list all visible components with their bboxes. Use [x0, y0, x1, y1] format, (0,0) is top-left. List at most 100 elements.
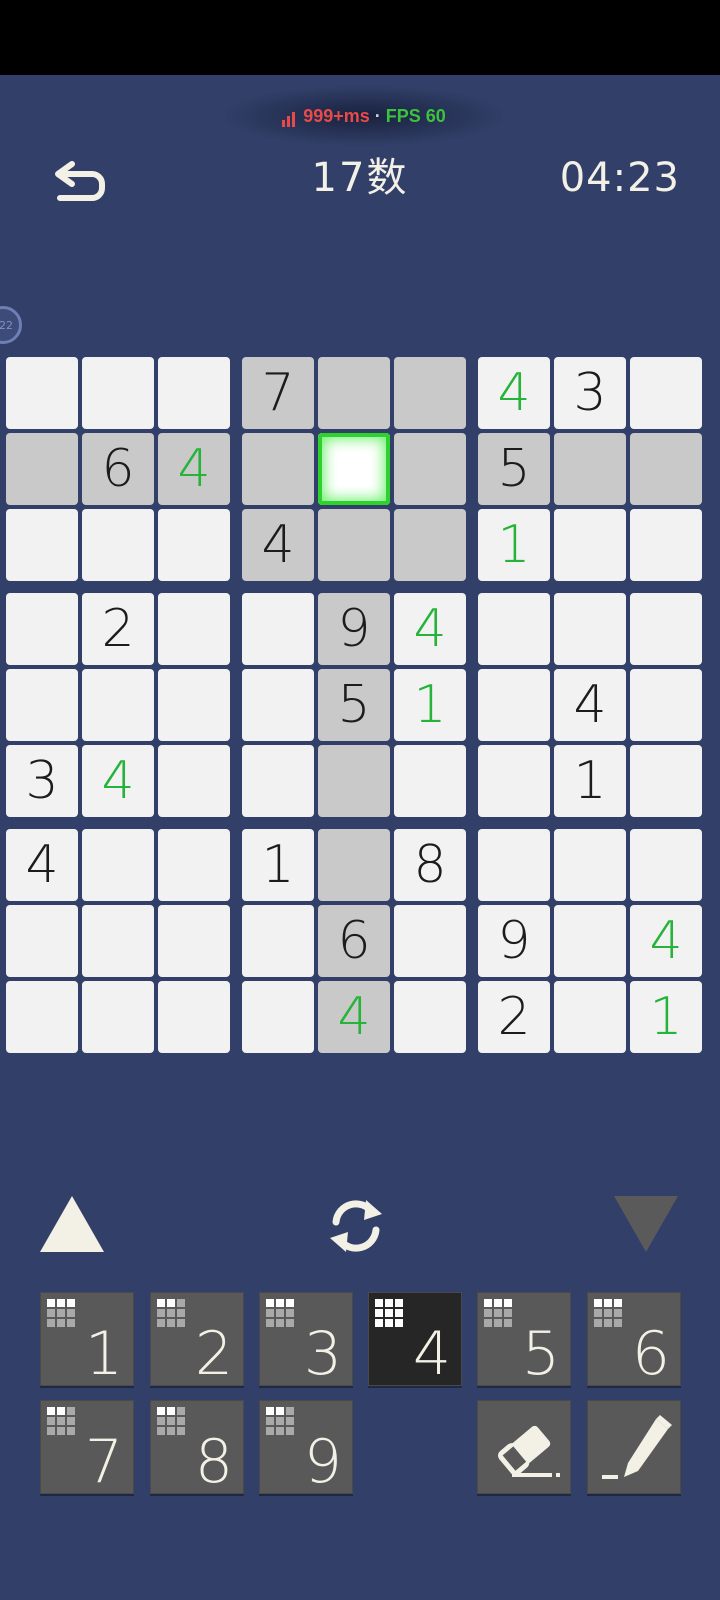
eraser-button[interactable]	[477, 1400, 571, 1494]
board-cell-r8c6[interactable]	[394, 905, 466, 977]
board-cell-r4c6[interactable]: 4	[394, 593, 466, 665]
board-cell-r6c7[interactable]	[478, 745, 550, 817]
number-key-4[interactable]: 4	[368, 1292, 462, 1389]
board-cell-r4c8[interactable]	[554, 593, 626, 665]
board-cell-r4c5[interactable]: 9	[318, 593, 390, 665]
number-key-1[interactable]: 1	[40, 1292, 134, 1389]
board-cell-r1c4[interactable]: 7	[242, 357, 314, 429]
board-cell-r7c1[interactable]: 4	[6, 829, 78, 901]
board-cell-r4c3[interactable]	[158, 593, 230, 665]
board-cell-r9c4[interactable]	[242, 981, 314, 1053]
board-cell-r7c7[interactable]	[478, 829, 550, 901]
board-cell-r5c2[interactable]	[82, 669, 154, 741]
refresh-icon	[330, 1200, 382, 1252]
board-cell-r1c8[interactable]: 3	[554, 357, 626, 429]
number-key-7[interactable]: 7	[40, 1400, 134, 1497]
board-cell-r9c6[interactable]	[394, 981, 466, 1053]
board-cell-r3c2[interactable]	[82, 509, 154, 581]
board-cell-r5c6[interactable]: 1	[394, 669, 466, 741]
pencil-button[interactable]	[587, 1400, 681, 1494]
arrow-up-button[interactable]	[40, 1196, 104, 1252]
refresh-button[interactable]	[322, 1192, 390, 1260]
board-cell-r8c7[interactable]: 9	[478, 905, 550, 977]
board-cell-r9c5[interactable]: 4	[318, 981, 390, 1053]
board-cell-r8c3[interactable]	[158, 905, 230, 977]
board-cell-r1c1[interactable]	[6, 357, 78, 429]
board-cell-r1c7[interactable]: 4	[478, 357, 550, 429]
board-cell-r6c4[interactable]	[242, 745, 314, 817]
board-cell-r2c4[interactable]	[242, 433, 314, 505]
board-cell-r3c9[interactable]	[630, 509, 702, 581]
board-cell-r6c5[interactable]	[318, 745, 390, 817]
board-cell-r5c4[interactable]	[242, 669, 314, 741]
number-key-3[interactable]: 3	[259, 1292, 353, 1389]
board-cell-r2c5[interactable]	[318, 433, 390, 505]
placed-count-indicator	[157, 1407, 187, 1437]
board-cell-r8c5[interactable]: 6	[318, 905, 390, 977]
board-cell-r8c4[interactable]	[242, 905, 314, 977]
board-cell-r3c7[interactable]: 1	[478, 509, 550, 581]
board-cell-r7c6[interactable]: 8	[394, 829, 466, 901]
board-cell-r1c3[interactable]	[158, 357, 230, 429]
number-key-2[interactable]: 2	[150, 1292, 244, 1389]
board-cell-r7c8[interactable]	[554, 829, 626, 901]
board-cell-r7c9[interactable]	[630, 829, 702, 901]
board-cell-r5c1[interactable]	[6, 669, 78, 741]
board-cell-r2c9[interactable]	[630, 433, 702, 505]
board-cell-r8c1[interactable]	[6, 905, 78, 977]
board-cell-r7c2[interactable]	[82, 829, 154, 901]
board-cell-r3c5[interactable]	[318, 509, 390, 581]
board-cell-r1c9[interactable]	[630, 357, 702, 429]
board-cell-r7c4[interactable]: 1	[242, 829, 314, 901]
board-cell-r9c2[interactable]	[82, 981, 154, 1053]
arrow-down-button[interactable]	[614, 1196, 678, 1252]
board-cell-r9c8[interactable]	[554, 981, 626, 1053]
board-cell-r3c6[interactable]	[394, 509, 466, 581]
board-cell-r1c6[interactable]	[394, 357, 466, 429]
number-key-5[interactable]: 5	[477, 1292, 571, 1389]
board-cell-r2c7[interactable]: 5	[478, 433, 550, 505]
board-cell-r4c9[interactable]	[630, 593, 702, 665]
board-cell-r6c9[interactable]	[630, 745, 702, 817]
board-cell-r2c1[interactable]	[6, 433, 78, 505]
board-cell-r2c8[interactable]	[554, 433, 626, 505]
board-cell-r7c5[interactable]	[318, 829, 390, 901]
board-cell-r9c9[interactable]: 1	[630, 981, 702, 1053]
board-cell-r6c1[interactable]: 3	[6, 745, 78, 817]
board-cell-r2c2[interactable]: 6	[82, 433, 154, 505]
board-cell-r8c8[interactable]	[554, 905, 626, 977]
board-cell-r4c2[interactable]: 2	[82, 593, 154, 665]
board-cell-r2c6[interactable]	[394, 433, 466, 505]
number-key-8[interactable]: 8	[150, 1400, 244, 1497]
board-cell-r6c3[interactable]	[158, 745, 230, 817]
signal-icon	[282, 106, 297, 127]
back-button[interactable]	[52, 156, 108, 206]
board-cell-r3c4[interactable]: 4	[242, 509, 314, 581]
board-cell-r1c5[interactable]	[318, 357, 390, 429]
board-cell-r2c3[interactable]: 4	[158, 433, 230, 505]
board-cell-r3c3[interactable]	[158, 509, 230, 581]
board-cell-r5c3[interactable]	[158, 669, 230, 741]
floating-bubble[interactable]: 22	[0, 306, 22, 344]
board-cell-r3c8[interactable]	[554, 509, 626, 581]
board-cell-r9c1[interactable]	[6, 981, 78, 1053]
board-cell-r4c7[interactable]	[478, 593, 550, 665]
board-cell-r6c2[interactable]: 4	[82, 745, 154, 817]
board-cell-r5c7[interactable]	[478, 669, 550, 741]
board-cell-r8c9[interactable]: 4	[630, 905, 702, 977]
board-cell-r5c5[interactable]: 5	[318, 669, 390, 741]
board-cell-r5c9[interactable]	[630, 669, 702, 741]
board-cell-r9c3[interactable]	[158, 981, 230, 1053]
board-cell-r7c3[interactable]	[158, 829, 230, 901]
board-cell-r4c4[interactable]	[242, 593, 314, 665]
board-cell-r6c6[interactable]	[394, 745, 466, 817]
board-cell-r5c8[interactable]: 4	[554, 669, 626, 741]
board-cell-r3c1[interactable]	[6, 509, 78, 581]
board-cell-r6c8[interactable]: 1	[554, 745, 626, 817]
number-key-9[interactable]: 9	[259, 1400, 353, 1497]
board-cell-r1c2[interactable]	[82, 357, 154, 429]
board-cell-r4c1[interactable]	[6, 593, 78, 665]
board-cell-r9c7[interactable]: 2	[478, 981, 550, 1053]
number-key-6[interactable]: 6	[587, 1292, 681, 1389]
board-cell-r8c2[interactable]	[82, 905, 154, 977]
